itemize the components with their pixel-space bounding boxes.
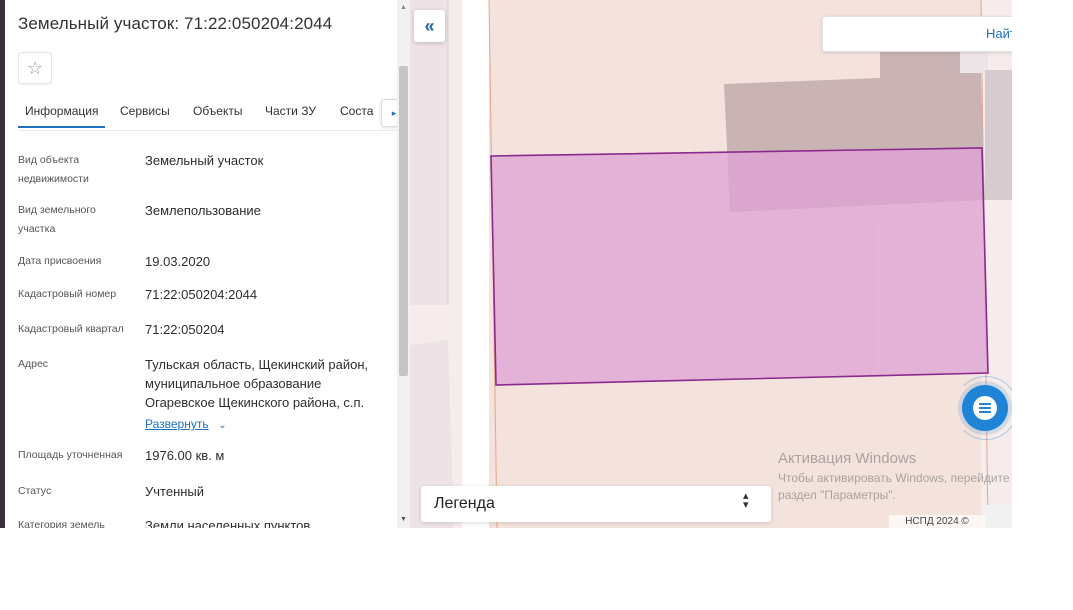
map-search-box[interactable]: Найти [822, 16, 1012, 52]
field-value: Учтенный [145, 484, 205, 499]
star-icon: ☆ [26, 57, 44, 78]
windows-activation-line: Чтобы активировать Windows, перейдите в [778, 471, 1012, 485]
map-copyright: НСПД 2024 © [889, 515, 985, 528]
field-land-category: Категория земель Земли населенных пункто… [18, 516, 390, 528]
field-value: 19.03.2020 [145, 254, 211, 269]
field-label: Категория земель [18, 519, 105, 528]
field-label: Статус [18, 485, 52, 497]
field-value: Землепользование [145, 203, 261, 218]
field-value: 71:22:050204 [145, 322, 225, 337]
field-assign-date: Дата присвоения 19.03.2020 [18, 252, 390, 272]
map-view[interactable]: « Найти Активация Windows Чтобы активиро… [410, 0, 1012, 528]
scroll-down-arrow-icon[interactable]: ▼ [397, 516, 410, 523]
windows-activation-line: раздел "Параметры". [778, 488, 896, 502]
selected-parcel[interactable] [490, 147, 989, 386]
tab-objects[interactable]: Объекты [193, 104, 243, 118]
field-address: Адрес Тульская область, Щекинский район,… [18, 355, 390, 435]
panel-title: Земельный участок: 71:22:050204:2044 [18, 14, 333, 33]
expand-link[interactable]: Развернуть [145, 417, 209, 431]
windows-activation-title: Активация Windows [778, 450, 917, 467]
double-chevron-left-icon: « [424, 15, 435, 36]
map-canvas[interactable] [410, 0, 1012, 528]
field-value: Тульская область, Щекинский район, муниц… [145, 357, 369, 410]
field-land-type: Вид земельного участка Землепользование [18, 201, 390, 241]
tab-information[interactable]: Информация [17, 104, 107, 128]
field-value: Земли населенных пунктов [145, 518, 311, 528]
app-window: Земельный участок: 71:22:050204:2044 ☆ И… [0, 0, 1012, 528]
legend-bar[interactable]: Легенда ▴ ▾ [421, 486, 771, 522]
address-expand: Развернуть ⌄ [145, 414, 390, 435]
map-block-left-top [410, 0, 448, 305]
chat-button[interactable] [962, 385, 1008, 431]
map-corner [985, 505, 1012, 528]
field-label: Площадь уточненная [18, 449, 123, 461]
chevron-right-icon: ▸ [391, 107, 397, 118]
field-label: Вид объекта недвижимости [18, 154, 89, 185]
tab-bar: Информация Сервисы Объекты Части ЗУ Сост… [17, 92, 397, 131]
field-label: Адрес [18, 358, 49, 370]
field-object-type: Вид объекта недвижимости Земельный участ… [18, 151, 390, 191]
building-edge [985, 70, 1012, 200]
favorite-button[interactable]: ☆ [18, 52, 52, 84]
field-value: Земельный участок [145, 153, 264, 168]
panel-scrollbar[interactable]: ▲ ▼ [397, 0, 410, 528]
field-label: Вид земельного участка [18, 204, 96, 235]
legend-label: Легенда [434, 495, 495, 512]
windows-activation-text: Чтобы активировать Windows, перейдите в … [778, 470, 1012, 504]
scroll-thumb[interactable] [399, 66, 408, 376]
field-value: 1976.00 кв. м [145, 448, 225, 463]
field-label: Кадастровый номер [18, 288, 117, 300]
road-strip [462, 0, 489, 528]
scroll-up-arrow-icon[interactable]: ▲ [397, 4, 410, 11]
parcel-shade [877, 220, 881, 370]
field-label: Кадастровый квартал [18, 323, 124, 335]
field-label: Дата присвоения [18, 255, 102, 267]
field-value: 71:22:050204:2044 [145, 287, 258, 302]
field-area: Площадь уточненная 1976.00 кв. м [18, 446, 390, 466]
info-panel: Земельный участок: 71:22:050204:2044 ☆ И… [5, 0, 397, 528]
field-status: Статус Учтенный [18, 482, 390, 502]
tab-parts[interactable]: Части ЗУ [265, 104, 316, 118]
tabs-scroll-right-button[interactable]: ▸ [381, 99, 397, 127]
field-cadastral-number: Кадастровый номер 71:22:050204:2044 [18, 285, 390, 305]
legend-expand-icon[interactable]: ▴ ▾ [743, 491, 749, 511]
chevron-down-icon: ⌄ [218, 420, 227, 431]
tab-services[interactable]: Сервисы [120, 104, 170, 118]
chat-bubble-icon [973, 396, 997, 420]
tab-composition[interactable]: Соста [340, 104, 376, 118]
collapse-panel-button[interactable]: « [414, 10, 445, 42]
field-cadastral-quarter: Кадастровый квартал 71:22:050204 [18, 320, 390, 340]
search-button[interactable]: Найти [986, 26, 1012, 41]
